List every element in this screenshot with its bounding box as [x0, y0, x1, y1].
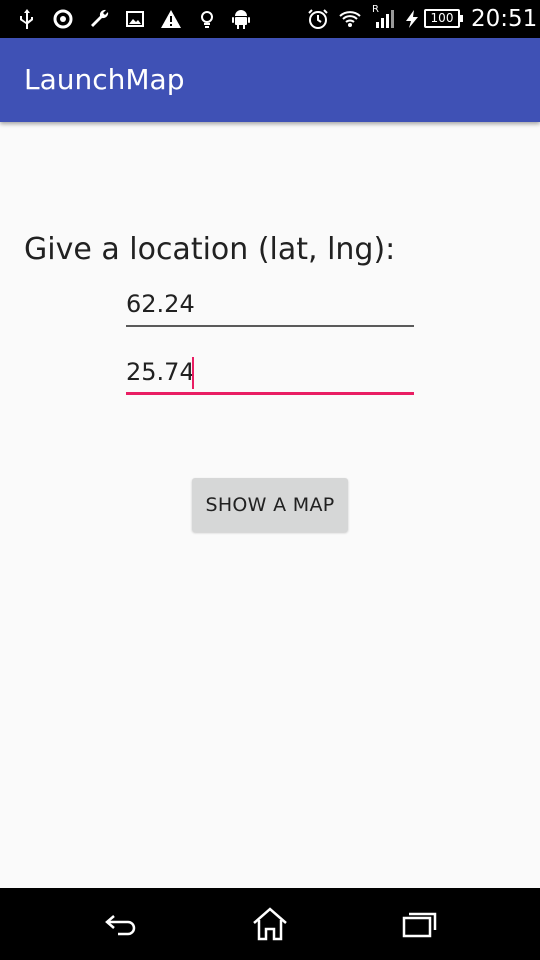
text-cursor — [192, 357, 194, 389]
charging-icon — [401, 8, 423, 30]
location-prompt: Give a location (lat, lng): — [24, 232, 396, 267]
latitude-field[interactable] — [126, 283, 414, 327]
clock: 20:51 — [471, 6, 538, 32]
app-bar: LaunchMap — [0, 38, 540, 122]
android-icon — [230, 8, 252, 30]
battery-level: 100 — [430, 11, 454, 25]
longitude-input[interactable] — [126, 351, 414, 392]
wrench-icon — [88, 8, 110, 30]
show-map-button[interactable]: SHOW A MAP — [192, 478, 348, 532]
status-bar: R 100 20:51 — [0, 0, 540, 38]
battery-icon: 100 — [424, 9, 463, 28]
app-title: LaunchMap — [24, 63, 185, 96]
navigation-bar — [0, 888, 540, 960]
home-icon[interactable] — [250, 906, 290, 942]
lightbulb-icon — [196, 8, 218, 30]
longitude-field[interactable] — [126, 351, 414, 395]
image-icon — [124, 8, 146, 30]
usb-icon — [16, 8, 38, 30]
back-icon[interactable] — [100, 906, 140, 942]
sync-icon — [52, 8, 74, 30]
alarm-icon — [307, 8, 329, 30]
warning-icon — [160, 8, 182, 30]
roaming-indicator: R — [372, 4, 379, 15]
wifi-icon — [339, 8, 361, 30]
latitude-input[interactable] — [126, 283, 414, 325]
recent-apps-icon[interactable] — [400, 906, 440, 942]
